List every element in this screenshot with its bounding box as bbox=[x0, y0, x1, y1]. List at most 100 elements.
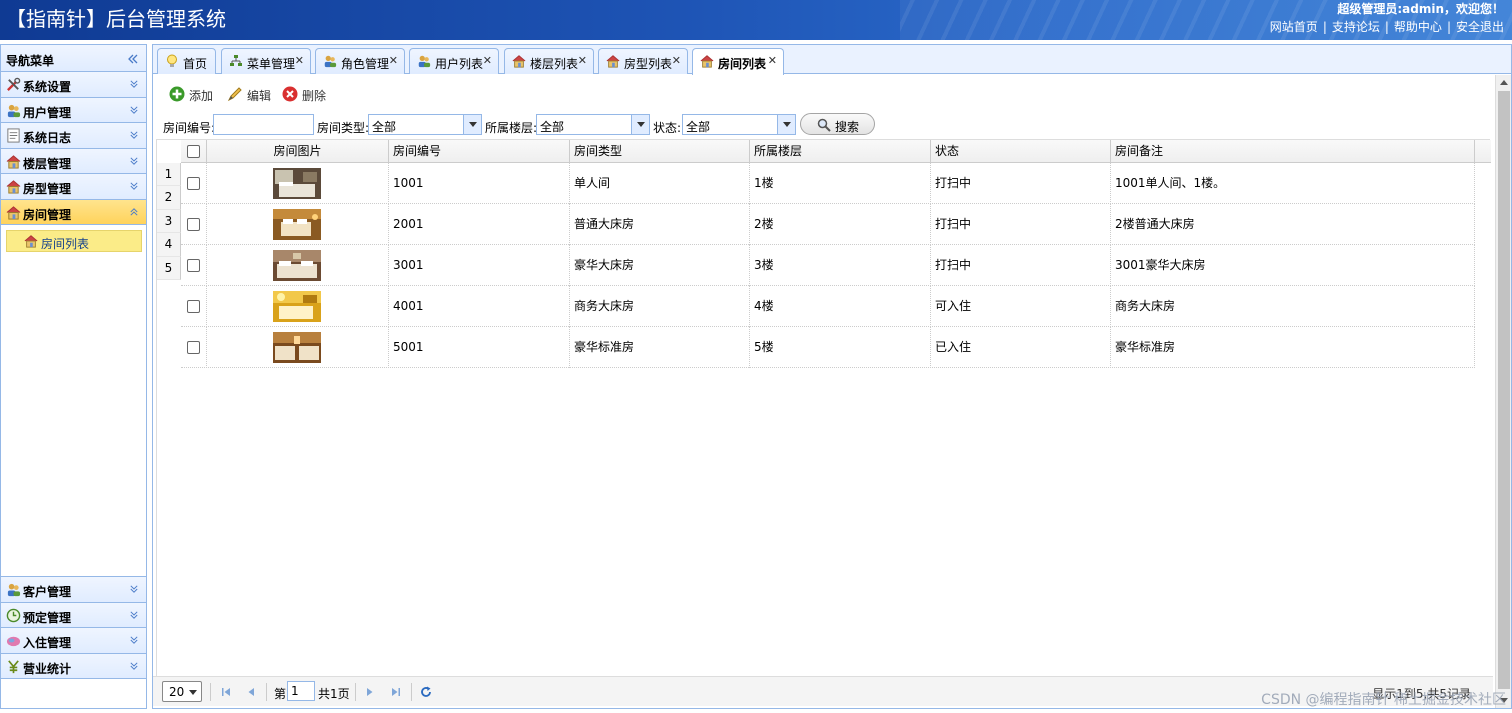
tab-room-list[interactable]: 房间列表 ✕ bbox=[692, 48, 784, 75]
house-icon bbox=[6, 205, 21, 220]
sidebar-item-reservation-management[interactable]: 预定管理 bbox=[1, 602, 146, 628]
sidebar-item-room-management[interactable]: 房间管理 bbox=[1, 199, 146, 225]
column-header[interactable]: 房间类型 bbox=[570, 140, 750, 163]
link-logout[interactable]: 安全退出 bbox=[1456, 20, 1504, 34]
link-forum[interactable]: 支持论坛 bbox=[1332, 20, 1380, 34]
edit-button[interactable]: 编辑 bbox=[227, 85, 275, 103]
sidebar-item-customer-management[interactable]: 客户管理 bbox=[1, 577, 146, 603]
close-icon[interactable]: ✕ bbox=[768, 54, 777, 67]
row-checkbox[interactable] bbox=[187, 259, 200, 272]
row-checkbox[interactable] bbox=[187, 177, 200, 190]
column-header[interactable]: 房间备注 bbox=[1111, 140, 1475, 163]
sidebar-subitem-room-list[interactable]: 房间列表 bbox=[6, 230, 142, 252]
search-button[interactable]: 搜索 bbox=[800, 113, 875, 135]
remark-cell: 1001单人间、1楼。 bbox=[1111, 163, 1475, 204]
page-number-input[interactable]: 1 bbox=[287, 681, 315, 701]
page-total: 共1页 bbox=[318, 687, 350, 701]
table-row[interactable]: 1001 单人间 1楼 打扫中 1001单人间、1楼。 bbox=[181, 163, 1475, 204]
table-row[interactable]: 4001 商务大床房 4楼 可入住 商务大床房 bbox=[181, 286, 1475, 327]
column-header[interactable]: 房间编号 bbox=[389, 140, 570, 163]
tab-floor-list[interactable]: 楼层列表 ✕ bbox=[504, 48, 594, 74]
remark-cell: 商务大床房 bbox=[1111, 286, 1475, 327]
tools-icon bbox=[7, 77, 21, 91]
room-no-input[interactable] bbox=[213, 114, 314, 135]
add-button[interactable]: 添加 bbox=[169, 85, 217, 103]
tab-user-list[interactable]: 用户列表 ✕ bbox=[409, 48, 499, 74]
room-photo bbox=[273, 168, 321, 199]
room-type-cell: 豪华大床房 bbox=[570, 245, 750, 286]
room-image-cell bbox=[207, 327, 389, 368]
column-header[interactable]: 房间图片 bbox=[207, 140, 389, 163]
sidebar-title: 导航菜单 bbox=[6, 54, 55, 68]
tab-room-type-list[interactable]: 房型列表 ✕ bbox=[598, 48, 688, 74]
column-header[interactable]: 所属楼层 bbox=[750, 140, 931, 163]
floor-cell: 4楼 bbox=[750, 286, 931, 327]
tab-label: 首页 bbox=[183, 57, 208, 71]
room-type-select[interactable]: 全部 bbox=[368, 114, 482, 135]
row-select-cell bbox=[181, 204, 207, 245]
users-icon bbox=[418, 55, 431, 68]
table-row[interactable]: 3001 豪华大床房 3楼 打扫中 3001豪华大床房 bbox=[181, 245, 1475, 286]
row-checkbox[interactable] bbox=[187, 341, 200, 354]
delete-button[interactable]: 删除 bbox=[282, 85, 330, 103]
floor-cell: 2楼 bbox=[750, 204, 931, 245]
chevron-down-icon[interactable] bbox=[463, 115, 481, 134]
column-header[interactable]: 状态 bbox=[931, 140, 1111, 163]
sidebar-item-revenue-stats[interactable]: 营业统计 bbox=[1, 653, 146, 679]
status-select[interactable]: 全部 bbox=[682, 114, 796, 135]
tab-label: 菜单管理 bbox=[247, 57, 296, 71]
sidebar-item-room-type-management[interactable]: 房型管理 bbox=[1, 174, 146, 200]
row-number: 4 bbox=[157, 233, 181, 257]
sidebar-item-label: 系统日志 bbox=[23, 131, 72, 145]
close-icon[interactable]: ✕ bbox=[295, 54, 304, 67]
table-row[interactable]: 5001 豪华标准房 5楼 已入住 豪华标准房 bbox=[181, 327, 1475, 368]
app-header: 【指南针】后台管理系统 超级管理员:admin，欢迎您！ 网站首页 | 支持论坛 | 帮… bbox=[0, 0, 1512, 40]
tab-role-management[interactable]: 角色管理 ✕ bbox=[315, 48, 405, 74]
link-site-home[interactable]: 网站首页 bbox=[1270, 20, 1318, 34]
sidebar-item-user-management[interactable]: 用户管理 bbox=[1, 97, 146, 123]
scroll-up-icon[interactable] bbox=[1500, 80, 1508, 85]
sidebar-item-system-settings[interactable]: 系统设置 bbox=[1, 72, 146, 98]
row-checkbox[interactable] bbox=[187, 300, 200, 313]
select-all-checkbox[interactable] bbox=[187, 145, 200, 158]
room-image-cell bbox=[207, 204, 389, 245]
room-image-cell bbox=[207, 245, 389, 286]
close-icon[interactable]: ✕ bbox=[672, 54, 681, 67]
pager-separator bbox=[210, 683, 211, 701]
tab-menu-management[interactable]: 菜单管理 ✕ bbox=[221, 48, 311, 74]
close-icon[interactable]: ✕ bbox=[578, 54, 587, 67]
first-page-icon[interactable] bbox=[220, 686, 232, 698]
row-checkbox[interactable] bbox=[187, 218, 200, 231]
sidebar-item-label: 用户管理 bbox=[23, 105, 72, 120]
sidebar-item-label: 系统设置 bbox=[23, 80, 72, 94]
close-icon[interactable]: ✕ bbox=[483, 54, 492, 67]
room-image-cell bbox=[207, 286, 389, 327]
link-help[interactable]: 帮助中心 bbox=[1394, 20, 1442, 34]
table-row[interactable]: 2001 普通大床房 2楼 打扫中 2楼普通大床房 bbox=[181, 204, 1475, 245]
scrollbar-thumb[interactable] bbox=[1498, 91, 1510, 689]
chevron-down-icon[interactable] bbox=[631, 115, 649, 134]
room-image-cell bbox=[207, 163, 389, 204]
sidebar-item-system-log[interactable]: 系统日志 bbox=[1, 123, 146, 149]
status-cell: 可入住 bbox=[931, 286, 1111, 327]
page-size-select[interactable]: 20 bbox=[162, 681, 202, 702]
chevron-down-icon[interactable] bbox=[777, 115, 795, 134]
house-icon bbox=[512, 55, 526, 68]
tab-home[interactable]: 首页 bbox=[157, 48, 216, 74]
next-page-icon[interactable] bbox=[364, 686, 376, 698]
sidebar-item-label: 预定管理 bbox=[23, 610, 72, 625]
sidebar-item-checkin-management[interactable]: 入住管理 bbox=[1, 628, 146, 654]
floor-select[interactable]: 全部 bbox=[536, 114, 650, 135]
close-icon[interactable]: ✕ bbox=[389, 54, 398, 67]
vertical-scrollbar[interactable] bbox=[1495, 75, 1511, 708]
row-number: 1 bbox=[157, 163, 181, 187]
prev-page-icon[interactable] bbox=[245, 686, 257, 698]
watermark: CSDN @编程指南针 稀土掘金技术社区 bbox=[1261, 692, 1506, 708]
sidebar-item-floor-management[interactable]: 楼层管理 bbox=[1, 148, 146, 174]
last-page-icon[interactable] bbox=[390, 686, 402, 698]
floor-label: 所属楼层: bbox=[485, 121, 538, 135]
chevron-down-icon bbox=[130, 661, 138, 670]
collapse-sidebar-icon[interactable] bbox=[128, 54, 138, 64]
row-select-cell bbox=[181, 327, 207, 368]
refresh-icon[interactable] bbox=[420, 686, 432, 698]
